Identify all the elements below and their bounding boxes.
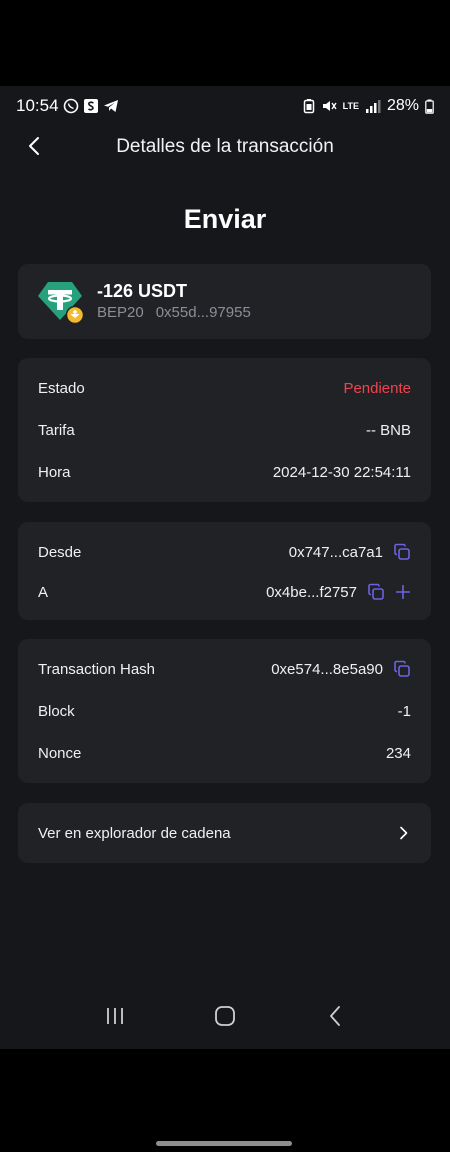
- token-amount: -126 USDT: [97, 281, 188, 301]
- hash-value-group: 0xe574...8e5a90: [271, 660, 411, 678]
- to-row: A 0x4be...f2757: [38, 581, 411, 603]
- system-nav-bar: [0, 991, 450, 1041]
- from-label: Desde: [38, 543, 82, 561]
- token-contract-address: 0x55d...97955: [155, 304, 251, 321]
- details-card: Estado Pendiente Tarifa -- BNB Hora 2024…: [18, 358, 431, 502]
- status-bar: 10:54 LTE 28%: [0, 86, 450, 126]
- recent-apps-button[interactable]: [95, 996, 135, 1036]
- block-value: -1: [397, 702, 411, 720]
- whatsapp-icon: [63, 98, 79, 114]
- telegram-icon: [103, 98, 119, 114]
- chevron-right-icon: [397, 826, 411, 840]
- from-row: Desde 0x747...ca7a1: [38, 541, 411, 563]
- battery-icon: [425, 99, 434, 114]
- hash-row: Transaction Hash 0xe574...8e5a90: [38, 658, 411, 680]
- lte-icon: LTE: [342, 100, 359, 111]
- copy-icon[interactable]: [393, 543, 411, 561]
- token-subtitle: BEP20 0x55d...97955: [97, 304, 251, 321]
- signal-icon: [365, 99, 381, 113]
- status-row: Estado Pendiente: [38, 377, 411, 399]
- time-label: Hora: [38, 463, 71, 481]
- page-title: Detalles de la transacción: [116, 136, 334, 157]
- time-value: 2024-12-30 22:54:11: [272, 463, 411, 481]
- status-value: Pendiente: [343, 379, 411, 397]
- copy-icon[interactable]: [393, 660, 411, 678]
- chevron-left-icon: [29, 137, 39, 155]
- back-arrow-icon: [330, 1006, 340, 1026]
- from-address: 0x747...ca7a1: [288, 543, 383, 561]
- s-app-icon: [83, 98, 99, 114]
- block-label: Block: [38, 702, 75, 720]
- token-card: -126 USDT BEP20 0x55d...97955: [18, 264, 431, 339]
- battery-saver-icon: [303, 98, 315, 114]
- home-button[interactable]: [205, 996, 245, 1036]
- usdt-token-icon: [38, 280, 86, 324]
- status-time: 10:54: [16, 96, 59, 115]
- address-card: Desde 0x747...ca7a1 A 0x4be...f2757: [18, 522, 431, 620]
- explorer-label: Ver en explorador de cadena: [38, 824, 231, 842]
- transaction-type-heading: Enviar: [183, 204, 267, 234]
- battery-percent: 28%: [386, 97, 419, 114]
- block-row: Block -1: [38, 700, 411, 722]
- nonce-label: Nonce: [38, 744, 82, 762]
- nonce-row: Nonce 234: [38, 742, 411, 764]
- to-label: A: [38, 583, 49, 601]
- bnb-badge-icon: [66, 306, 84, 324]
- hash-label: Transaction Hash: [38, 660, 155, 678]
- time-row: Hora 2024-12-30 22:54:11: [38, 461, 411, 483]
- view-in-explorer-button[interactable]: Ver en explorador de cadena: [18, 803, 431, 863]
- hash-value: 0xe574...8e5a90: [271, 660, 383, 678]
- to-value-group: 0x4be...f2757: [266, 583, 411, 601]
- home-icon: [215, 1006, 235, 1026]
- fee-label: Tarifa: [38, 421, 75, 439]
- status-label: Estado: [38, 379, 85, 397]
- transaction-info-card: Transaction Hash 0xe574...8e5a90 Block -…: [18, 639, 431, 783]
- fee-value: -- BNB: [366, 421, 411, 439]
- to-address: 0x4be...f2757: [266, 583, 357, 601]
- top-bar: Detalles de la transacción: [0, 126, 450, 168]
- nav-back-button[interactable]: [315, 996, 355, 1036]
- from-value-group: 0x747...ca7a1: [289, 543, 411, 561]
- gesture-handle-bar: [156, 1141, 292, 1146]
- token-network: BEP20: [97, 304, 144, 321]
- nonce-value: 234: [385, 744, 411, 762]
- back-button[interactable]: [22, 134, 46, 158]
- fee-row: Tarifa -- BNB: [38, 419, 411, 441]
- add-contact-plus-icon[interactable]: [395, 584, 411, 600]
- recent-apps-icon: [107, 1008, 123, 1024]
- app-screen: 10:54 LTE 28% Detalles de la transacción…: [0, 86, 450, 1049]
- copy-icon[interactable]: [367, 583, 385, 601]
- mute-icon: [321, 98, 337, 114]
